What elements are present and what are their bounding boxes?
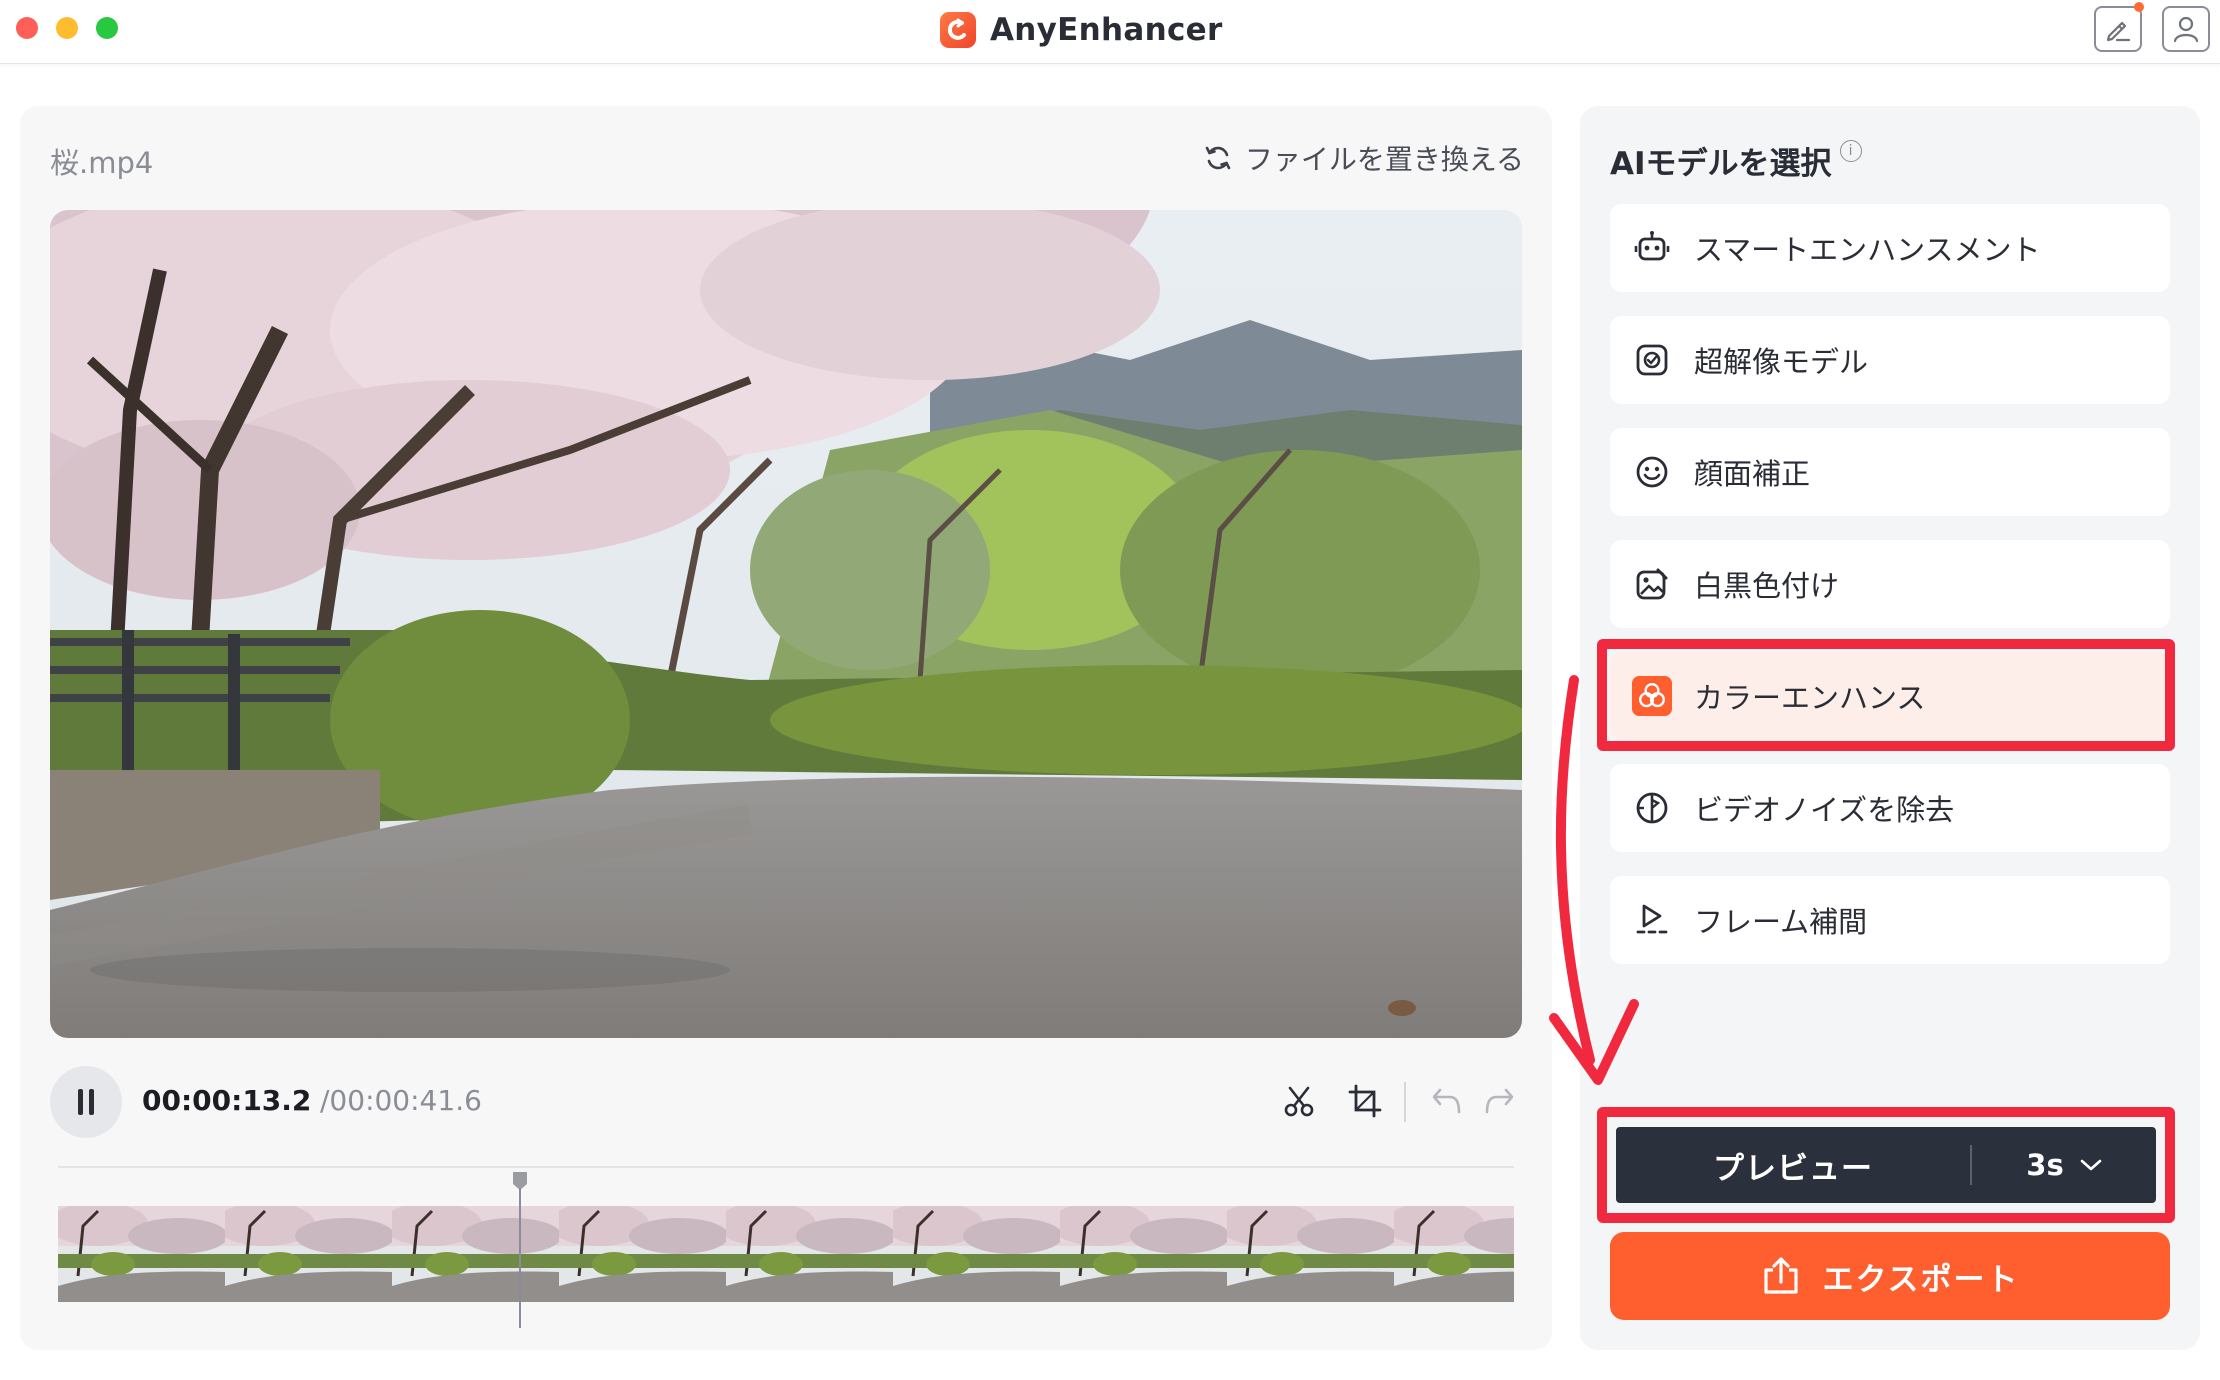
video-frame-image [50,210,1522,1038]
app-title: AnyEnhancer [940,8,1223,52]
export-label: エクスポート [1822,1261,2020,1298]
timeline-thumbnail [549,1206,729,1302]
editor-panel: 桜.mp4 ファイルを置き換える 00:00:13.2 /00:00:41.6 [20,106,1552,1350]
crop-button[interactable] [1342,1078,1388,1124]
preview-button[interactable]: プレビュー [1616,1143,1970,1188]
edit-feedback-button[interactable] [2094,6,2142,52]
timeline-thumbnails [58,1206,1514,1302]
model-item-colorize[interactable]: 白黒色付け [1610,540,2170,628]
panel-title: AIモデルを選択 i [1610,138,1862,183]
notification-dot [2134,2,2144,12]
timeline-thumbnail [1384,1206,1514,1302]
playback-controls: 00:00:13.2 /00:00:41.6 [50,1064,1522,1140]
total-duration: /00:00:41.6 [320,1084,482,1117]
timeline-thumbnail [215,1206,395,1302]
preview-duration-select[interactable]: 3s [1972,1148,2156,1182]
colorize-image-icon [1632,564,1672,604]
zoom-window-button[interactable] [96,17,118,39]
timeline-playhead[interactable] [510,1172,530,1328]
timeline-thumbnail [1217,1206,1397,1302]
controls-divider [1404,1082,1406,1122]
undo-icon [1432,1088,1461,1114]
timeline-thumbnail [716,1206,896,1302]
close-window-button[interactable] [16,17,38,39]
replace-file-button[interactable]: ファイルを置き換える [1203,138,1524,178]
model-item-video-denoise[interactable]: ビデオノイズを除去 [1610,764,2170,852]
model-item-frame-interpolation[interactable]: フレーム補間 [1610,876,2170,964]
model-item-smart-enhancement[interactable]: スマートエンハンスメント [1610,204,2170,292]
refresh-icon [1205,146,1231,170]
model-label: 白黒色付け [1694,569,1840,603]
timeline-track [58,1166,1514,1168]
export-icon [1764,1257,1799,1294]
chevron-down-icon [2080,1159,2102,1171]
frame-interpolation-icon [1632,900,1672,940]
model-label: フレーム補間 [1694,905,1868,939]
denoise-icon [1632,788,1672,828]
title-bar: AnyEnhancer [0,0,2220,64]
face-smile-icon [1632,452,1672,492]
robot-icon [1632,228,1672,268]
model-item-face-correction[interactable]: 顔面補正 [1610,428,2170,516]
model-item-super-resolution[interactable]: 超解像モデル [1610,316,2170,404]
model-list: スマートエンハンスメント 超解像モデル 顔面補正 白黒色付け カラーエンハンス … [1610,204,2170,988]
timeline-thumbnail [382,1206,562,1302]
pause-button[interactable] [50,1066,122,1138]
redo-icon [1485,1088,1514,1114]
model-label: スマートエンハンスメント [1694,233,2041,267]
model-label: カラーエンハンス [1694,681,1926,715]
scissors-icon [1284,1086,1314,1117]
preview-button-group: プレビュー 3s [1616,1127,2156,1203]
timeline-thumbnail [58,1206,228,1302]
replace-file-label: ファイルを置き換える [1244,143,1524,176]
pause-icon [78,1089,94,1115]
minimize-window-button[interactable] [56,17,78,39]
file-name: 桜.mp4 [50,146,154,180]
undo-button[interactable] [1424,1078,1470,1124]
video-preview[interactable] [50,210,1522,1038]
timeline-thumbnail [1050,1206,1230,1302]
model-label: ビデオノイズを除去 [1694,793,1955,827]
user-account-button[interactable] [2162,6,2210,52]
super-resolution-icon [1632,340,1672,380]
color-circles-icon [1632,676,1672,716]
redo-button[interactable] [1476,1078,1522,1124]
model-label: 顔面補正 [1694,457,1811,491]
timeline-thumbnail [883,1206,1063,1302]
export-button[interactable]: エクスポート [1610,1232,2170,1320]
user-icon [2173,16,2199,43]
model-item-color-enhance[interactable]: カラーエンハンス [1610,652,2170,740]
panel-title-text: AIモデルを選択 [1610,146,1832,182]
info-icon[interactable]: i [1839,140,1862,162]
current-time: 00:00:13.2 [142,1084,312,1117]
crop-icon [1348,1084,1382,1118]
model-label: 超解像モデル [1694,345,1869,379]
timeline[interactable] [58,1166,1514,1328]
cut-button[interactable] [1276,1078,1322,1124]
preview-duration-value: 3s [2026,1148,2064,1182]
edit-icon [2106,21,2131,42]
app-logo-icon [940,12,976,48]
app-name: AnyEnhancer [990,12,1223,48]
